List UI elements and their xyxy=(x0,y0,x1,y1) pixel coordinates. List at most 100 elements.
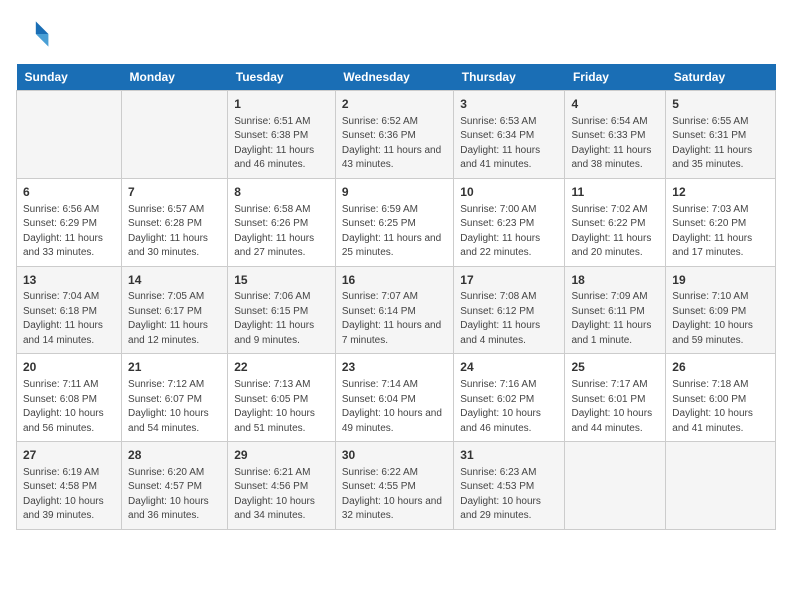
day-cell: 13Sunrise: 7:04 AM Sunset: 6:18 PM Dayli… xyxy=(17,266,122,354)
day-content: Sunrise: 7:10 AM Sunset: 6:09 PM Dayligh… xyxy=(672,290,769,348)
day-cell xyxy=(565,442,666,530)
logo xyxy=(16,16,58,52)
day-content: Sunrise: 7:09 AM Sunset: 6:11 PM Dayligh… xyxy=(571,290,659,348)
day-number: 15 xyxy=(234,272,329,289)
day-content: Sunrise: 7:05 AM Sunset: 6:17 PM Dayligh… xyxy=(128,290,221,348)
day-cell: 25 Sunrise: 7:17 AM Sunset: 6:01 PM Dayli… xyxy=(565,354,666,442)
day-content: Sunrise: 6:53 AM Sunset: 6:34 PM Dayligh… xyxy=(460,115,558,173)
week-row-1: 1 Sunrise: 6:51 AM Sunset: 6:38 PM Daylig… xyxy=(17,91,776,179)
day-header-saturday: Saturday xyxy=(666,64,776,91)
day-number: 31 xyxy=(460,447,558,464)
day-header-sunday: Sunday xyxy=(17,64,122,91)
day-number: 10 xyxy=(460,184,558,201)
day-content: Sunrise: 6:59 AM Sunset: 6:25 PM Dayligh… xyxy=(342,203,447,261)
day-content: Sunrise: 7:18 AM Sunset: 6:00 PM Dayligh… xyxy=(672,378,769,436)
day-cell: 27 Sunrise: 6:19 AM Sunset: 4:58 PM Dayli… xyxy=(17,442,122,530)
day-content: Sunrise: 7:02 AM Sunset: 6:22 PM Dayligh… xyxy=(571,203,659,261)
day-header-thursday: Thursday xyxy=(454,64,565,91)
day-content: Sunrise: 7:06 AM Sunset: 6:15 PM Dayligh… xyxy=(234,290,329,348)
day-number: 29 xyxy=(234,447,329,464)
day-content: Sunrise: 6:54 AM Sunset: 6:33 PM Dayligh… xyxy=(571,115,659,173)
day-content: Sunrise: 6:21 AM Sunset: 4:56 PM Dayligh… xyxy=(234,466,329,524)
day-header-tuesday: Tuesday xyxy=(228,64,336,91)
day-content: Sunrise: 7:13 AM Sunset: 6:05 PM Dayligh… xyxy=(234,378,329,436)
day-number: 11 xyxy=(571,184,659,201)
day-number: 3 xyxy=(460,96,558,113)
day-cell: 3 Sunrise: 6:53 AM Sunset: 6:34 PM Daylig… xyxy=(454,91,565,179)
day-number: 21 xyxy=(128,359,221,376)
day-number: 18 xyxy=(571,272,659,289)
day-content: Sunrise: 6:58 AM Sunset: 6:26 PM Dayligh… xyxy=(234,203,329,261)
day-number: 23 xyxy=(342,359,447,376)
day-number: 2 xyxy=(342,96,447,113)
day-number: 22 xyxy=(234,359,329,376)
day-content: Sunrise: 7:17 AM Sunset: 6:01 PM Dayligh… xyxy=(571,378,659,436)
day-number: 19 xyxy=(672,272,769,289)
day-number: 4 xyxy=(571,96,659,113)
day-content: Sunrise: 7:08 AM Sunset: 6:12 PM Dayligh… xyxy=(460,290,558,348)
day-cell: 14Sunrise: 7:05 AM Sunset: 6:17 PM Dayli… xyxy=(122,266,228,354)
day-cell: 7Sunrise: 6:57 AM Sunset: 6:28 PM Daylig… xyxy=(122,178,228,266)
day-cell: 11 Sunrise: 7:02 AM Sunset: 6:22 PM Dayli… xyxy=(565,178,666,266)
week-row-4: 20Sunrise: 7:11 AM Sunset: 6:08 PM Dayli… xyxy=(17,354,776,442)
day-content: Sunrise: 7:07 AM Sunset: 6:14 PM Dayligh… xyxy=(342,290,447,348)
day-cell: 18Sunrise: 7:09 AM Sunset: 6:11 PM Dayli… xyxy=(565,266,666,354)
day-cell: 4 Sunrise: 6:54 AM Sunset: 6:33 PM Daylig… xyxy=(565,91,666,179)
day-number: 30 xyxy=(342,447,447,464)
day-content: Sunrise: 7:12 AM Sunset: 6:07 PM Dayligh… xyxy=(128,378,221,436)
day-cell: 16Sunrise: 7:07 AM Sunset: 6:14 PM Dayli… xyxy=(335,266,453,354)
day-content: Sunrise: 6:19 AM Sunset: 4:58 PM Dayligh… xyxy=(23,466,115,524)
day-number: 20 xyxy=(23,359,115,376)
day-content: Sunrise: 6:56 AM Sunset: 6:29 PM Dayligh… xyxy=(23,203,115,261)
day-number: 1 xyxy=(234,96,329,113)
day-cell xyxy=(122,91,228,179)
day-number: 5 xyxy=(672,96,769,113)
day-content: Sunrise: 6:20 AM Sunset: 4:57 PM Dayligh… xyxy=(128,466,221,524)
day-cell: 23 Sunrise: 7:14 AM Sunset: 6:04 PM Dayli… xyxy=(335,354,453,442)
day-content: Sunrise: 6:57 AM Sunset: 6:28 PM Dayligh… xyxy=(128,203,221,261)
day-content: Sunrise: 7:03 AM Sunset: 6:20 PM Dayligh… xyxy=(672,203,769,261)
day-cell: 17Sunrise: 7:08 AM Sunset: 6:12 PM Dayli… xyxy=(454,266,565,354)
day-cell: 9 Sunrise: 6:59 AM Sunset: 6:25 PM Daylig… xyxy=(335,178,453,266)
day-content: Sunrise: 6:51 AM Sunset: 6:38 PM Dayligh… xyxy=(234,115,329,173)
day-number: 26 xyxy=(672,359,769,376)
day-content: Sunrise: 7:14 AM Sunset: 6:04 PM Dayligh… xyxy=(342,378,447,436)
day-cell: 24Sunrise: 7:16 AM Sunset: 6:02 PM Dayli… xyxy=(454,354,565,442)
day-header-friday: Friday xyxy=(565,64,666,91)
day-cell xyxy=(17,91,122,179)
day-number: 17 xyxy=(460,272,558,289)
calendar-table: SundayMondayTuesdayWednesdayThursdayFrid… xyxy=(16,64,776,530)
day-cell: 22 Sunrise: 7:13 AM Sunset: 6:05 PM Dayli… xyxy=(228,354,336,442)
day-number: 28 xyxy=(128,447,221,464)
day-content: Sunrise: 7:16 AM Sunset: 6:02 PM Dayligh… xyxy=(460,378,558,436)
day-cell: 1 Sunrise: 6:51 AM Sunset: 6:38 PM Daylig… xyxy=(228,91,336,179)
day-number: 12 xyxy=(672,184,769,201)
day-content: Sunrise: 7:00 AM Sunset: 6:23 PM Dayligh… xyxy=(460,203,558,261)
day-cell: 6 Sunrise: 6:56 AM Sunset: 6:29 PM Daylig… xyxy=(17,178,122,266)
day-cell: 20Sunrise: 7:11 AM Sunset: 6:08 PM Dayli… xyxy=(17,354,122,442)
day-content: Sunrise: 6:55 AM Sunset: 6:31 PM Dayligh… xyxy=(672,115,769,173)
logo-icon xyxy=(16,16,52,52)
day-cell: 30 Sunrise: 6:22 AM Sunset: 4:55 PM Dayli… xyxy=(335,442,453,530)
day-number: 6 xyxy=(23,184,115,201)
day-header-wednesday: Wednesday xyxy=(335,64,453,91)
week-row-3: 13Sunrise: 7:04 AM Sunset: 6:18 PM Dayli… xyxy=(17,266,776,354)
day-content: Sunrise: 7:04 AM Sunset: 6:18 PM Dayligh… xyxy=(23,290,115,348)
day-number: 27 xyxy=(23,447,115,464)
day-number: 14 xyxy=(128,272,221,289)
day-cell: 29 Sunrise: 6:21 AM Sunset: 4:56 PM Dayli… xyxy=(228,442,336,530)
day-cell xyxy=(666,442,776,530)
day-number: 8 xyxy=(234,184,329,201)
day-cell: 5 Sunrise: 6:55 AM Sunset: 6:31 PM Daylig… xyxy=(666,91,776,179)
day-header-monday: Monday xyxy=(122,64,228,91)
week-row-5: 27 Sunrise: 6:19 AM Sunset: 4:58 PM Dayli… xyxy=(17,442,776,530)
day-cell: 10 Sunrise: 7:00 AM Sunset: 6:23 PM Dayli… xyxy=(454,178,565,266)
page-header xyxy=(16,16,776,52)
day-cell: 31Sunrise: 6:23 AM Sunset: 4:53 PM Dayli… xyxy=(454,442,565,530)
day-number: 25 xyxy=(571,359,659,376)
day-number: 13 xyxy=(23,272,115,289)
day-content: Sunrise: 6:22 AM Sunset: 4:55 PM Dayligh… xyxy=(342,466,447,524)
day-number: 9 xyxy=(342,184,447,201)
day-cell: 8 Sunrise: 6:58 AM Sunset: 6:26 PM Daylig… xyxy=(228,178,336,266)
day-content: Sunrise: 6:52 AM Sunset: 6:36 PM Dayligh… xyxy=(342,115,447,173)
